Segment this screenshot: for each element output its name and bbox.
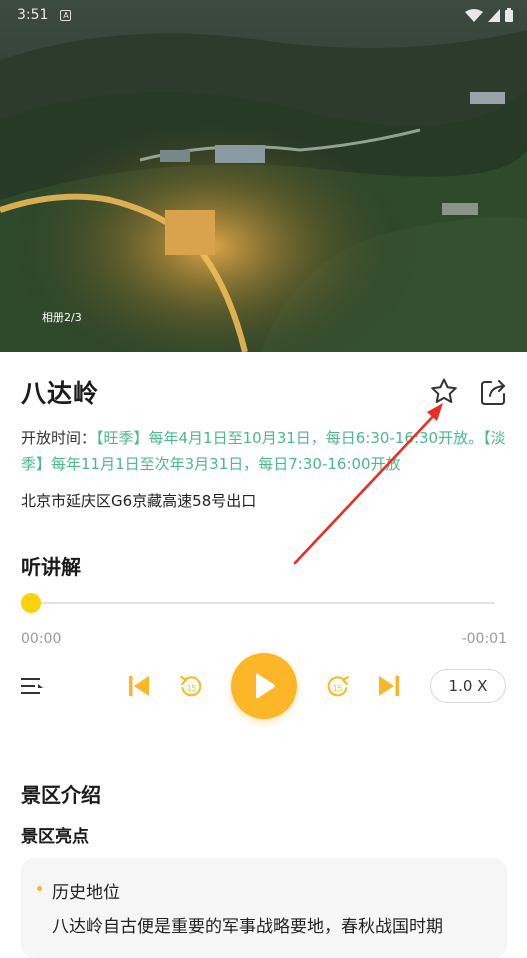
remaining-time: -00:01 (461, 631, 507, 647)
highlight-heading: 历史地位 (52, 883, 120, 903)
album-counter: 相册2/3 (42, 311, 82, 324)
notification-icon: A (60, 9, 72, 21)
rewind-15-button[interactable]: 15 (178, 674, 204, 700)
star-outline-icon (431, 378, 457, 403)
playback-speed-button[interactable]: 1.0 X (430, 669, 506, 703)
playlist-icon (21, 678, 43, 694)
rewind-15-label: 15 (187, 684, 197, 693)
intro-title: 景区介绍 (21, 783, 101, 807)
wifi-icon (465, 8, 483, 22)
audio-progress-track[interactable] (31, 602, 495, 604)
opening-hours-label: 开放时间： (21, 429, 97, 447)
opening-hours: 开放时间：【旺季】每年4月1日至10月31日，每日6:30-16:30开放。【淡… (21, 425, 507, 477)
hero-image[interactable] (0, 0, 527, 352)
share-icon (481, 380, 505, 405)
status-time: 3:51 (17, 7, 49, 23)
previous-track-button[interactable] (126, 674, 152, 698)
play-button[interactable] (231, 653, 297, 719)
forward-15-icon: 15 (327, 676, 349, 697)
audio-guide-title: 听讲解 (21, 555, 81, 579)
play-icon (256, 673, 275, 699)
skip-next-icon (379, 676, 399, 696)
signal-icon (488, 8, 500, 22)
battery-icon (505, 8, 513, 22)
bullet-dot (37, 886, 42, 891)
next-track-button[interactable] (376, 674, 402, 698)
forward-15-button[interactable]: 15 (325, 674, 351, 700)
highlight-card (21, 858, 507, 958)
favorite-button[interactable] (427, 375, 461, 409)
audio-progress-thumb[interactable] (21, 593, 41, 613)
share-button[interactable] (476, 375, 510, 409)
highlights-title: 景区亮点 (21, 827, 89, 847)
skip-previous-icon (129, 676, 149, 696)
status-bar: 3:51 A (17, 4, 513, 26)
attraction-title: 八达岭 (21, 379, 100, 408)
great-wall-photo (0, 0, 527, 352)
forward-15-label: 15 (333, 684, 343, 693)
playlist-button[interactable] (19, 674, 45, 698)
rewind-15-icon: 15 (180, 676, 202, 697)
highlight-text: 八达岭自古便是重要的军事战略要地，春秋战国时期 (52, 917, 443, 937)
current-time: 00:00 (21, 631, 62, 647)
address: 北京市延庆区G6京藏高速58号出口 (21, 492, 257, 510)
